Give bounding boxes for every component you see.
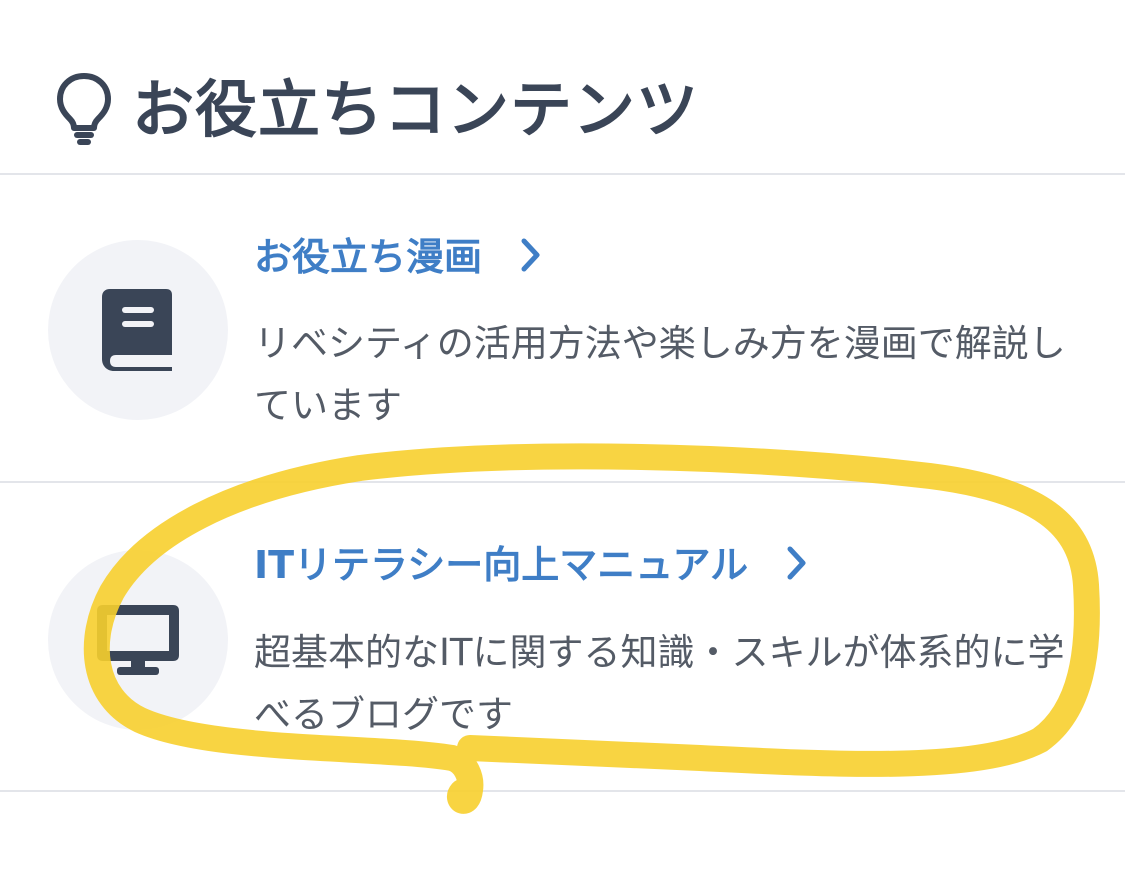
section-header: お役立ちコンテンツ <box>0 0 1125 175</box>
manga-link-label[interactable]: お役立ち漫画 <box>254 235 482 279</box>
book-icon <box>102 289 172 371</box>
it-manual-link-label[interactable]: ITリテラシー向上マニュアル <box>254 543 748 587</box>
chevron-right-icon <box>787 546 806 580</box>
chevron-right-icon <box>521 238 540 272</box>
icon-circle <box>48 550 228 730</box>
lightbulb-icon <box>57 73 111 145</box>
it-manual-link[interactable]: ITリテラシー向上マニュアル <box>254 540 807 590</box>
list-item-it-manual[interactable]: ITリテラシー向上マニュアル 超基本的なITに関する知識・スキルが体系的に学べる… <box>0 483 1125 792</box>
manga-description: リベシティの活用方法や楽しみ方を漫画で解説しています <box>254 322 1066 427</box>
it-manual-description: 超基本的なITに関する知識・スキルが体系的に学べるブログです <box>254 631 1065 736</box>
desktop-monitor-icon <box>97 605 179 675</box>
section-title: お役立ちコンテンツ <box>132 73 700 146</box>
list-item-manga[interactable]: お役立ち漫画 リベシティの活用方法や楽しみ方を漫画で解説しています <box>0 175 1125 483</box>
icon-circle <box>48 240 228 420</box>
manga-link[interactable]: お役立ち漫画 <box>254 232 541 282</box>
